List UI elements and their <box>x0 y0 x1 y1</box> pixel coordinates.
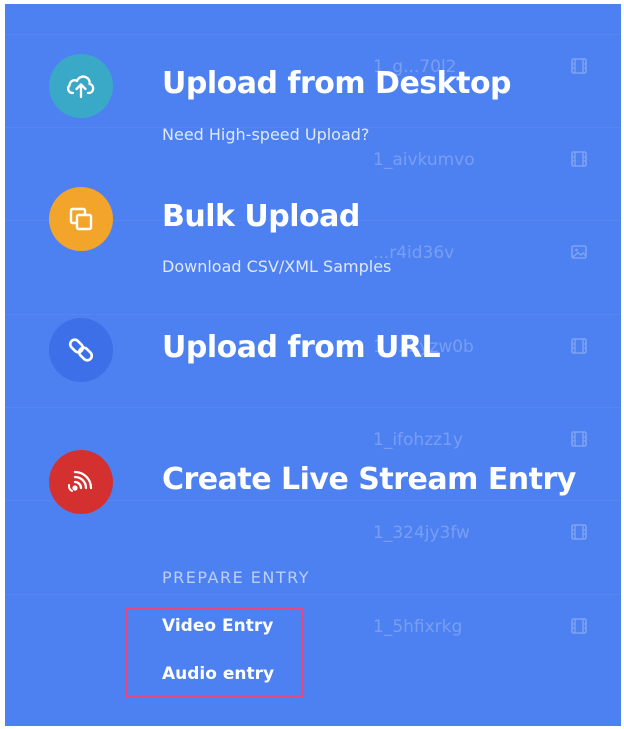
upload-desktop-icon-circle <box>49 54 113 118</box>
entry-id: 1_324jy3fw <box>373 523 470 543</box>
film-icon <box>571 58 587 74</box>
table-row: 1_5hfixrkg <box>5 594 621 688</box>
upload-from-url-option[interactable]: Upload from URL <box>49 318 569 388</box>
upload-menu-panel: 1_g...70l2 1_aivkumvo ...r4id36v 1_...2yzw0… <box>5 4 621 726</box>
create-live-stream-option[interactable]: Create Live Stream Entry <box>49 450 576 520</box>
bulk-upload-title[interactable]: Bulk Upload <box>162 199 360 234</box>
film-icon <box>571 338 587 354</box>
bulk-upload-icon-circle <box>49 187 113 251</box>
film-icon <box>571 618 587 634</box>
entry-id: 1_5hfixrkg <box>373 617 463 637</box>
create-live-stream-title[interactable]: Create Live Stream Entry <box>162 462 576 497</box>
audio-entry-link[interactable]: Audio entry <box>162 664 274 684</box>
upload-from-url-title[interactable]: Upload from URL <box>162 330 441 365</box>
broadcast-icon <box>67 470 93 492</box>
entry-id: 1_aivkumvo <box>373 150 475 170</box>
film-icon <box>571 431 587 447</box>
film-icon <box>571 524 587 540</box>
upload-from-desktop-title[interactable]: Upload from Desktop <box>162 66 512 101</box>
download-samples-link[interactable]: Download CSV/XML Samples <box>162 257 391 276</box>
upload-url-icon-circle <box>49 318 113 382</box>
film-icon <box>571 151 587 167</box>
cloud-upload-icon <box>67 75 95 99</box>
live-stream-icon-circle <box>49 450 113 514</box>
upload-from-desktop-option[interactable]: Upload from Desktop <box>49 54 569 124</box>
video-entry-link[interactable]: Video Entry <box>162 616 273 636</box>
link-icon <box>68 338 94 362</box>
copy-icon <box>69 207 93 231</box>
bulk-upload-option[interactable]: Bulk Upload <box>49 187 569 257</box>
entry-id: 1_ifohzz1y <box>373 430 463 450</box>
image-icon <box>571 245 587 259</box>
prepare-entry-heading: PREPARE ENTRY <box>162 568 310 587</box>
high-speed-upload-link[interactable]: Need High-speed Upload? <box>162 125 369 144</box>
